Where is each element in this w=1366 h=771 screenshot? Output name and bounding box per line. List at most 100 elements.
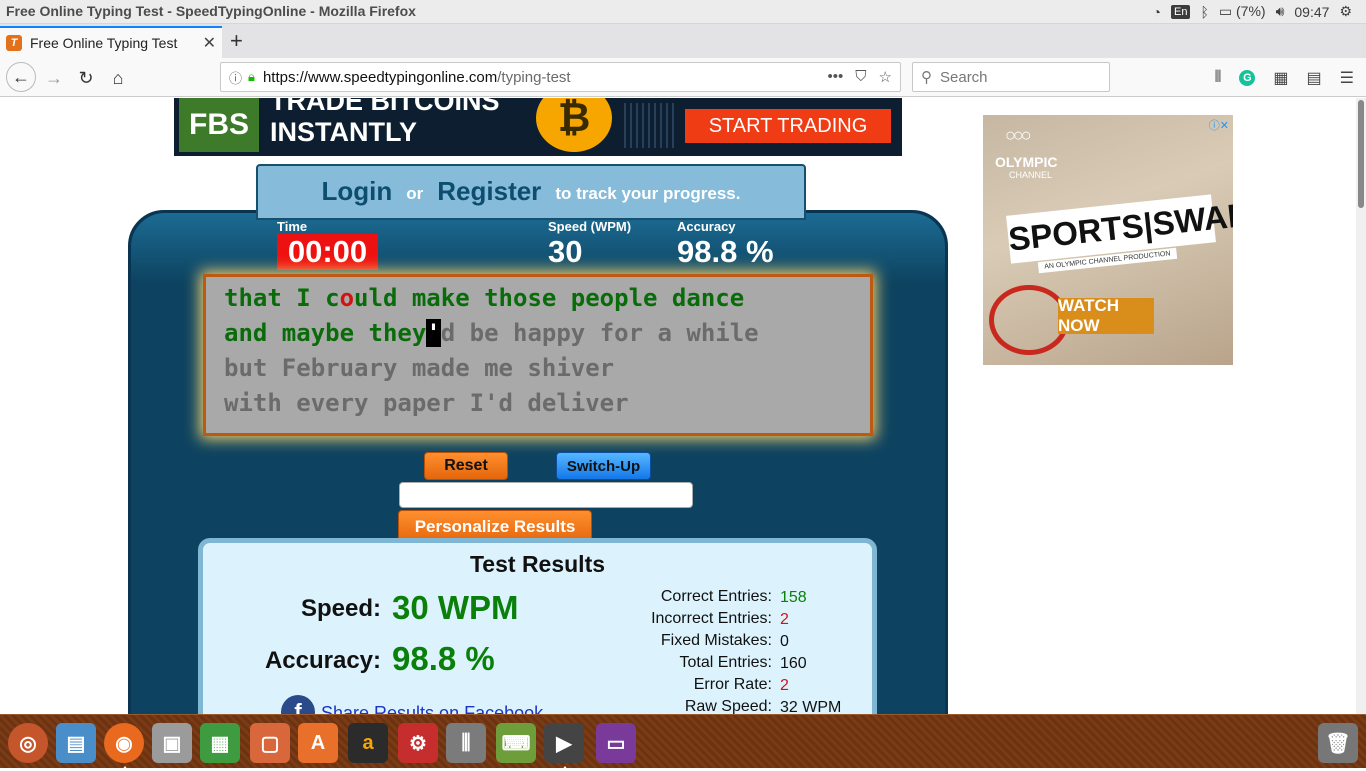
correct-entries-value: 158	[780, 589, 807, 606]
search-placeholder: Search	[940, 68, 988, 86]
switch-up-button[interactable]: Switch-Up	[556, 452, 651, 480]
or-label: or	[406, 184, 424, 203]
clock[interactable]: 09:47	[1294, 4, 1329, 20]
chart-decoration	[624, 103, 674, 148]
navigation-toolbar: ← → ↻ ⌂ ⓘ 🔒︎ https://www.speedtypingonli…	[0, 58, 1366, 97]
keyboard-app-icon[interactable]: ⌨	[496, 723, 536, 763]
scrollbar-thumb[interactable]	[1358, 100, 1364, 208]
settings-gear-icon[interactable]: ⚙	[398, 723, 438, 763]
back-button[interactable]: ←	[6, 62, 36, 92]
forward-button[interactable]: →	[40, 64, 68, 92]
ad-brand-logo: FBS	[179, 98, 259, 152]
typed-text: and maybe they	[224, 319, 427, 347]
error-char: o	[339, 284, 355, 312]
text-line-3: but February made me shiver	[224, 354, 615, 382]
video-editor-icon[interactable]: ▶	[544, 723, 584, 771]
firefox-icon[interactable]: ◉	[104, 723, 144, 771]
extension-icon[interactable]: ▦	[1273, 68, 1288, 88]
reload-button[interactable]: ↻	[72, 64, 100, 92]
bitcoin-icon: ₿	[536, 98, 612, 152]
total-entries-label: Total Entries:	[679, 654, 772, 671]
reset-button[interactable]: Reset	[424, 452, 508, 480]
incorrect-entries-label: Incorrect Entries:	[651, 610, 772, 627]
raw-speed-value: 32 WPM	[780, 699, 842, 714]
fixed-mistakes-label: Fixed Mistakes:	[660, 632, 772, 649]
login-prompt: Login or Register to track your progress…	[256, 164, 806, 220]
lock-icon[interactable]: 🔒︎	[248, 69, 255, 85]
spreadsheet-icon[interactable]: ▦	[200, 723, 240, 763]
toolbar-icons: ⫴ G ▦ ▤ ☰	[1215, 68, 1354, 88]
launcher-dock: ◎ ▤ ◉ ▣ ▦ ▢ A a ⚙ ⫼ ⌨ ▶ ▭ 🗑︎	[0, 714, 1366, 771]
power-gear-icon[interactable]: ⚙	[1339, 3, 1352, 20]
tab-title: Free Online Typing Test	[30, 35, 178, 51]
files-icon[interactable]: ▣	[152, 723, 192, 763]
facebook-icon[interactable]: f	[281, 695, 315, 714]
cursor-char: '	[426, 319, 441, 347]
time-value: 00:00	[277, 234, 378, 270]
url-bar[interactable]: ⓘ 🔒︎ https://www.speedtypingonline.com/t…	[220, 62, 901, 92]
error-rate-label: Error Rate:	[693, 676, 772, 693]
url-path: /typing-test	[497, 68, 571, 86]
url-host: https://www.speedtypingonline.com	[262, 68, 498, 86]
results-heading: Test Results	[469, 551, 606, 577]
web-page: FBS TRADE BITCOINS INSTANTLY ₿ START TRA…	[0, 98, 1356, 714]
battery-indicator[interactable]: ▭ (7%)	[1219, 3, 1266, 20]
result-accuracy-label: Accuracy:	[264, 647, 381, 674]
login-link[interactable]: Login	[322, 176, 393, 207]
text-line-4: with every paper I'd deliver	[224, 389, 629, 417]
document-viewer-icon[interactable]: ▤	[56, 723, 96, 763]
ad-headline: TRADE BITCOINS INSTANTLY	[270, 98, 500, 148]
error-rate-value: 2	[780, 677, 789, 694]
login-suffix: to track your progress.	[555, 184, 741, 203]
ad-brand-line1: OLYMPIC	[995, 154, 1058, 170]
system-monitor-icon[interactable]: ⫼	[446, 723, 486, 763]
text-line-1: that I could make those people dance	[224, 281, 852, 316]
ubuntu-dash-icon[interactable]: ◎	[8, 723, 48, 763]
home-button[interactable]: ⌂	[104, 64, 132, 92]
library-icon[interactable]: ⫴	[1215, 69, 1222, 87]
typed-text: that I c	[224, 284, 340, 312]
close-tab-icon[interactable]: ✕	[203, 33, 216, 53]
search-bar[interactable]: ⚲ Search	[912, 62, 1110, 92]
battery-percent: (7%)	[1236, 3, 1266, 19]
tab-active[interactable]: T Free Online Typing Test ✕	[0, 26, 222, 58]
pocket-icon[interactable]: ⛉	[855, 68, 866, 86]
panel-header-glow	[131, 213, 945, 283]
sidebar-icon[interactable]: ▤	[1307, 68, 1322, 88]
test-results-box: Test Results Speed: 30 WPM Accuracy: 98.…	[198, 538, 877, 714]
banner-ad[interactable]: FBS TRADE BITCOINS INSTANTLY ₿ START TRA…	[174, 98, 902, 156]
volume-icon[interactable]: 🔊︎	[1276, 3, 1285, 20]
correct-entries-label: Correct Entries:	[660, 588, 772, 605]
page-actions-icon[interactable]: •••	[828, 68, 844, 86]
trash-icon[interactable]: 🗑︎	[1318, 723, 1358, 763]
register-link[interactable]: Register	[437, 176, 541, 207]
ad-cta-button[interactable]: START TRADING	[685, 109, 891, 143]
result-speed-label: Speed:	[300, 595, 381, 622]
menu-hamburger-icon[interactable]: ☰	[1340, 68, 1354, 88]
wifi-icon[interactable]: ◔	[1153, 4, 1161, 20]
url-text[interactable]: https://www.speedtypingonline.com/typing…	[263, 69, 571, 86]
olympic-rings-icon: ○○○	[1005, 125, 1032, 145]
site-info-icon[interactable]: ⓘ	[229, 68, 242, 87]
typing-input[interactable]	[399, 482, 693, 508]
watch-now-button[interactable]: WATCH NOW	[1058, 296, 1154, 335]
result-speed-value: 30 WPM	[392, 589, 519, 626]
screen-recorder-icon[interactable]: ▭	[596, 723, 636, 763]
adchoices-icon[interactable]: ⓘ✕	[1209, 117, 1229, 133]
new-tab-icon[interactable]: +	[230, 28, 243, 54]
pending-text: d be happy for a while	[440, 319, 759, 347]
amazon-icon[interactable]: a	[348, 723, 388, 763]
keyboard-layout-indicator[interactable]: En	[1171, 4, 1191, 19]
share-facebook-link[interactable]: Share Results on Facebook	[321, 703, 543, 714]
text-line-2: and maybe they'd be happy for a while	[224, 316, 852, 351]
typing-text-area[interactable]: that I could make those people dance and…	[203, 274, 873, 436]
bookmark-star-icon[interactable]: ☆	[879, 68, 892, 86]
battery-icon: ▭	[1218, 3, 1233, 19]
presentation-icon[interactable]: ▢	[250, 723, 290, 763]
accuracy-label: Accuracy	[677, 219, 736, 234]
side-ad[interactable]: ⓘ✕ ○○○ OLYMPIC CHANNEL SPORTS|SWAP AN OL…	[983, 115, 1233, 365]
raw-speed-label: Raw Speed:	[684, 698, 772, 714]
bluetooth-icon[interactable]: ᛒ	[1200, 4, 1208, 20]
software-center-icon[interactable]: A	[298, 723, 338, 763]
grammarly-icon[interactable]: G	[1239, 70, 1256, 86]
